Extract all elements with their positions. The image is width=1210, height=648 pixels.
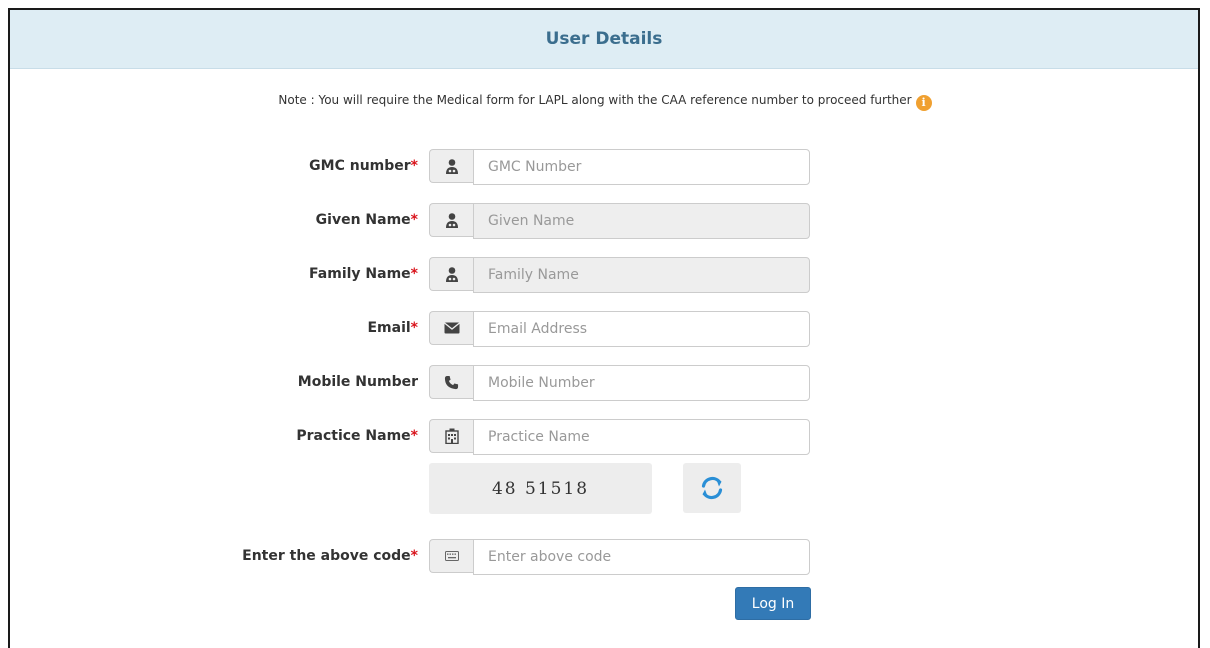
gmc-number-input[interactable] <box>473 149 810 185</box>
mobile-number-row: Mobile Number <box>0 365 1210 401</box>
family-name-input[interactable] <box>473 257 810 293</box>
envelope-icon <box>429 311 473 345</box>
given-name-label: Given Name* <box>315 212 418 228</box>
info-icon[interactable]: i <box>915 95 932 111</box>
captcha-code-input[interactable] <box>473 539 810 575</box>
email-label: Email* <box>367 320 418 336</box>
email-field[interactable] <box>473 311 810 347</box>
keyboard-icon <box>429 539 473 573</box>
hospital-icon <box>429 419 473 453</box>
gmc-number-row: GMC number* <box>0 149 1210 185</box>
family-name-label: Family Name* <box>309 266 418 282</box>
login-button[interactable]: Log In <box>735 587 811 620</box>
user-md-icon <box>429 203 473 237</box>
refresh-captcha-button[interactable] <box>683 463 741 513</box>
captcha-image: 48 51518 <box>429 463 652 514</box>
practice-name-row: Practice Name* <box>0 419 1210 455</box>
given-name-row: Given Name* <box>0 203 1210 239</box>
user-md-icon <box>429 149 473 183</box>
mobile-number-input[interactable] <box>473 365 810 401</box>
refresh-icon <box>701 476 723 500</box>
practice-name-label: Practice Name* <box>296 428 418 444</box>
practice-name-input[interactable] <box>473 419 810 455</box>
captcha-code-row: Enter the above code* <box>0 539 1210 575</box>
panel-header: User Details <box>10 10 1198 69</box>
given-name-input[interactable] <box>473 203 810 239</box>
page-title: User Details <box>545 29 663 49</box>
phone-icon <box>429 365 473 399</box>
gmc-number-label: GMC number* <box>309 158 418 174</box>
family-name-row: Family Name* <box>0 257 1210 293</box>
mobile-number-label: Mobile Number <box>297 374 418 390</box>
captcha-code-label: Enter the above code* <box>242 548 418 564</box>
note: Note : You will require the Medical form… <box>0 93 1210 111</box>
user-md-icon <box>429 257 473 291</box>
email-row: Email* <box>0 311 1210 347</box>
note-text: Note : You will require the Medical form… <box>278 93 912 107</box>
